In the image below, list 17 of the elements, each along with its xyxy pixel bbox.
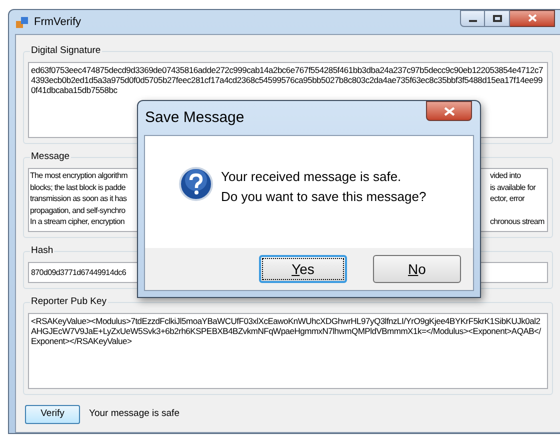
- group-label: Message: [30, 151, 71, 163]
- dialog-title: Save Message: [144, 108, 244, 128]
- text-line: The most encryption algorithm: [30, 171, 128, 182]
- group-label: Reporter Pub Key: [30, 296, 108, 308]
- text-line: is available for: [490, 182, 537, 194]
- text-line: propagation, and self-synchro: [30, 206, 126, 217]
- group-label: Digital Signature: [30, 45, 102, 57]
- text-line: ector, error: [490, 194, 526, 206]
- text-line: chronous stream: [490, 217, 546, 228]
- status-text: Your message is safe: [89, 407, 180, 422]
- text-line: vided into: [490, 171, 522, 182]
- window-title: FrmVerify: [34, 14, 82, 30]
- text-line: In a stream cipher, encryption: [30, 217, 126, 228]
- text-line: transmission as soon as it has: [30, 194, 128, 206]
- text-line: blocks; the last block is padde: [30, 182, 126, 194]
- dialog-message: Your received message is safe.: [221, 168, 402, 186]
- dialog-message: Do you want to save this message?: [221, 188, 426, 206]
